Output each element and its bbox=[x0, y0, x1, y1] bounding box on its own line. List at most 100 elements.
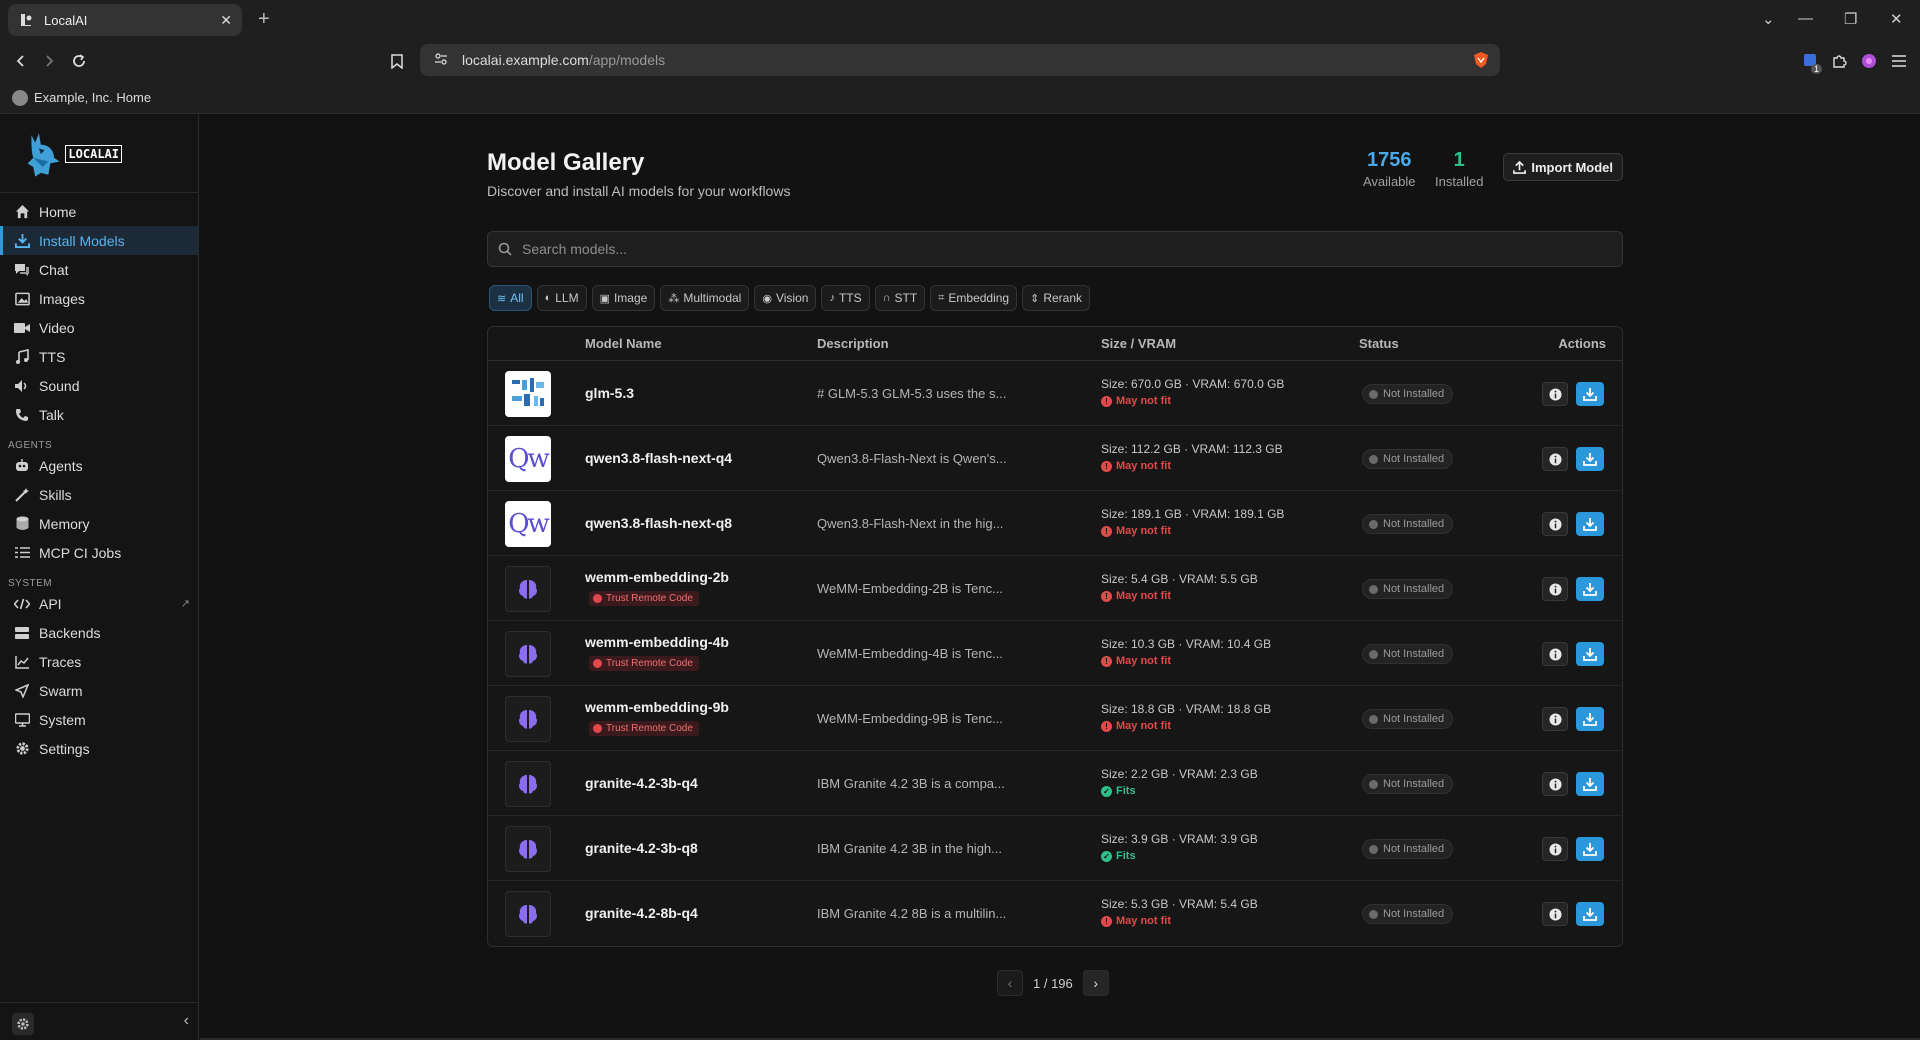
page-title: Model Gallery bbox=[487, 149, 645, 176]
sidebar-item-backends[interactable]: Backends bbox=[0, 618, 198, 647]
sidebar-item-traces[interactable]: Traces bbox=[0, 647, 198, 676]
download-button[interactable] bbox=[1576, 382, 1604, 406]
info-button[interactable] bbox=[1542, 707, 1568, 731]
download-button[interactable] bbox=[1576, 577, 1604, 601]
model-name[interactable]: qwen3.8-flash-next-q8 bbox=[585, 515, 732, 531]
model-name[interactable]: granite-4.2-8b-q4 bbox=[585, 905, 698, 921]
info-button[interactable] bbox=[1542, 642, 1568, 666]
extensions-puzzle-icon[interactable] bbox=[1828, 50, 1850, 72]
table-row[interactable]: Qw qwen3.8-flash-next-q8 Qwen3.8-Flash-N… bbox=[488, 491, 1622, 556]
download-button[interactable] bbox=[1576, 837, 1604, 861]
filter-llm[interactable]: ◐ LLM bbox=[536, 285, 587, 311]
table-row[interactable]: granite-4.2-3b-q4 IBM Granite 4.2 3B is … bbox=[488, 751, 1622, 816]
filter-all[interactable]: ≋ All bbox=[489, 285, 532, 311]
model-name[interactable]: wemm-embedding-9b bbox=[585, 699, 729, 715]
sidebar-item-skills[interactable]: Skills bbox=[0, 480, 198, 509]
info-button[interactable] bbox=[1542, 512, 1568, 536]
info-button[interactable] bbox=[1542, 772, 1568, 796]
table-row[interactable]: granite-4.2-3b-q8 IBM Granite 4.2 3B in … bbox=[488, 816, 1622, 881]
filter-chips: ≋ All ◐ LLM ▣ Image ⁂ Multimodal ◉ Vision ♪ TT… bbox=[489, 285, 1091, 311]
download-button[interactable] bbox=[1576, 707, 1604, 731]
download-button[interactable] bbox=[1576, 512, 1604, 536]
brave-shields-icon[interactable] bbox=[1472, 51, 1490, 69]
new-tab-icon[interactable]: + bbox=[258, 8, 270, 31]
info-button[interactable] bbox=[1542, 577, 1568, 601]
sidebar-item-memory[interactable]: Memory bbox=[0, 509, 198, 538]
url-path: /app/models bbox=[588, 52, 666, 68]
sort-icon: ⇕ bbox=[1030, 292, 1040, 305]
sidebar-item-video[interactable]: Video bbox=[0, 313, 198, 342]
forward-icon[interactable] bbox=[36, 48, 62, 74]
site-settings-icon[interactable] bbox=[434, 52, 448, 69]
info-button[interactable] bbox=[1542, 837, 1568, 861]
import-model-button[interactable]: Import Model bbox=[1503, 153, 1623, 181]
filter-multimodal[interactable]: ⁂ Multimodal bbox=[660, 285, 750, 311]
back-icon[interactable] bbox=[8, 48, 34, 74]
sidebar-item-install-models[interactable]: Install Models bbox=[0, 226, 198, 255]
table-row[interactable]: wemm-embedding-9b Trust Remote Code WeMM… bbox=[488, 686, 1622, 751]
table-row[interactable]: granite-4.2-8b-q4 IBM Granite 4.2 8B is … bbox=[488, 881, 1622, 946]
sidebar-item-system[interactable]: System bbox=[0, 705, 198, 734]
sidebar-item-settings[interactable]: Settings bbox=[0, 734, 198, 763]
info-button[interactable] bbox=[1542, 902, 1568, 926]
filter-vision[interactable]: ◉ Vision bbox=[754, 285, 817, 311]
download-button[interactable] bbox=[1576, 772, 1604, 796]
sidebar-item-talk[interactable]: Talk bbox=[0, 400, 198, 429]
filter-stt[interactable]: ∩ STT bbox=[874, 285, 926, 311]
download-button[interactable] bbox=[1576, 902, 1604, 926]
reload-icon[interactable] bbox=[66, 48, 92, 74]
logo[interactable]: LOCALAI bbox=[0, 115, 198, 193]
table-row[interactable]: Qw qwen3.8-flash-next-q4 Qwen3.8-Flash-N… bbox=[488, 426, 1622, 491]
warning-dot-icon bbox=[593, 594, 602, 603]
bookmark-link[interactable]: Example, Inc. Home bbox=[34, 90, 151, 105]
table-row[interactable]: wemm-embedding-4b Trust Remote Code WeMM… bbox=[488, 621, 1622, 686]
table-row[interactable]: glm-5.3 # GLM-5.3 GLM-5.3 uses the s... … bbox=[488, 361, 1622, 426]
model-name[interactable]: granite-4.2-3b-q8 bbox=[585, 840, 698, 856]
filter-image[interactable]: ▣ Image bbox=[591, 285, 656, 311]
prev-page-icon[interactable]: ‹ bbox=[997, 970, 1023, 996]
model-name[interactable]: granite-4.2-3b-q4 bbox=[585, 775, 698, 791]
extension-badge-icon[interactable]: 1 bbox=[1800, 50, 1822, 74]
sidebar-item-sound[interactable]: Sound bbox=[0, 371, 198, 400]
close-tab-icon[interactable]: ✕ bbox=[220, 12, 232, 29]
status-label: Not Installed bbox=[1383, 648, 1445, 660]
download-button[interactable] bbox=[1576, 642, 1604, 666]
col-model-name[interactable]: Model Name bbox=[585, 336, 662, 351]
model-name[interactable]: wemm-embedding-4b bbox=[585, 634, 729, 650]
sidebar-item-label: Images bbox=[39, 290, 85, 307]
tab-list-icon[interactable]: ⌄ bbox=[1762, 10, 1775, 28]
table-row[interactable]: wemm-embedding-2b Trust Remote Code WeMM… bbox=[488, 556, 1622, 621]
settings-gear-icon[interactable] bbox=[12, 1013, 34, 1035]
filter-rerank[interactable]: ⇕ Rerank bbox=[1022, 285, 1091, 311]
profile-avatar-icon[interactable] bbox=[1858, 50, 1880, 72]
sidebar-item-chat[interactable]: Chat bbox=[0, 255, 198, 284]
model-name[interactable]: glm-5.3 bbox=[585, 385, 634, 401]
bookmark-icon[interactable] bbox=[384, 48, 410, 74]
sidebar-item-home[interactable]: Home bbox=[0, 197, 198, 226]
sidebar-item-swarm[interactable]: Swarm bbox=[0, 676, 198, 705]
sidebar-item-agents[interactable]: Agents bbox=[0, 451, 198, 480]
minimize-icon[interactable]: — bbox=[1798, 10, 1813, 27]
sidebar-item-label: Traces bbox=[39, 653, 82, 670]
sidebar-item-api[interactable]: API ↗ bbox=[0, 589, 198, 618]
model-name[interactable]: wemm-embedding-2b bbox=[585, 569, 729, 585]
warning-circle-icon: ! bbox=[1101, 720, 1112, 732]
filter-embedding[interactable]: ⌗ Embedding bbox=[930, 285, 1018, 311]
sidebar-item-label: Chat bbox=[39, 261, 69, 278]
sidebar-item-tts[interactable]: TTS bbox=[0, 342, 198, 371]
info-button[interactable] bbox=[1542, 382, 1568, 406]
browser-menu-icon[interactable] bbox=[1888, 50, 1910, 72]
model-name[interactable]: qwen3.8-flash-next-q4 bbox=[585, 450, 732, 466]
restore-icon[interactable]: ❐ bbox=[1844, 10, 1857, 28]
address-bar[interactable]: localai.example.com/app/models bbox=[420, 44, 1500, 76]
info-button[interactable] bbox=[1542, 447, 1568, 471]
sidebar-item-mcp-ci-jobs[interactable]: MCP CI Jobs bbox=[0, 538, 198, 567]
search-input[interactable] bbox=[522, 241, 1522, 257]
browser-tab[interactable]: LocalAI ✕ bbox=[8, 4, 242, 36]
next-page-icon[interactable]: › bbox=[1082, 970, 1109, 996]
close-window-icon[interactable]: ✕ bbox=[1890, 10, 1903, 28]
sidebar-item-images[interactable]: Images bbox=[0, 284, 198, 313]
filter-tts[interactable]: ♪ TTS bbox=[821, 285, 870, 311]
collapse-sidebar-icon[interactable]: ‹ bbox=[184, 1012, 189, 1030]
download-button[interactable] bbox=[1576, 447, 1604, 471]
